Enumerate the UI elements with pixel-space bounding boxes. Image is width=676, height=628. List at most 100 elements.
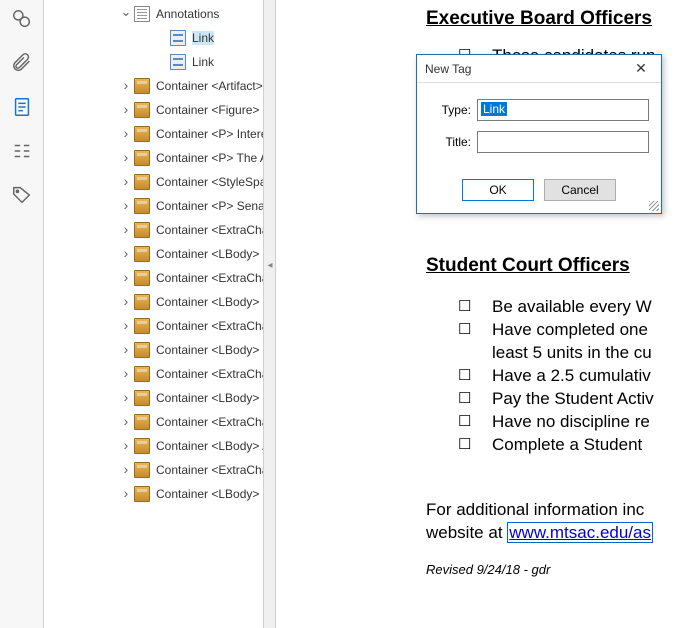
doc-checklist: ☐Be available every W☐Have completed one… [458, 295, 676, 456]
tree-annotations[interactable]: Annotations [44, 2, 263, 26]
checklist-text: Be available every W [492, 295, 652, 318]
collapse-panel-button[interactable]: ◂ [266, 258, 274, 272]
tree-container[interactable]: Container <LBody> Have [44, 290, 263, 314]
container-icon [134, 222, 150, 238]
container-icon [134, 174, 150, 190]
tree-container[interactable]: Container <StyleSpan> G [44, 170, 263, 194]
cancel-button[interactable]: Cancel [544, 179, 616, 201]
doc-heading: Executive Board Officers [426, 8, 676, 30]
title-label: Title: [429, 135, 471, 149]
tree-container[interactable]: Container <LBody> Have [44, 338, 263, 362]
tree-item-label: Container <LBody> Pay t [156, 391, 263, 405]
tree-container[interactable]: Container <LBody> Pay t [44, 386, 263, 410]
tag-icon[interactable] [9, 182, 35, 208]
tree-item-label: Container <P> Interested [156, 127, 263, 141]
chevron-right-icon[interactable] [120, 200, 132, 212]
new-tag-dialog: New Tag ✕ Type: Link Title: OK Cancel [416, 54, 662, 214]
chevron-right-icon[interactable] [120, 272, 132, 284]
chevron-right-icon[interactable] [120, 296, 132, 308]
tree-item-label: Annotations [156, 7, 219, 21]
tree-container[interactable]: Container <LBody> Perfo [44, 482, 263, 506]
tree-container[interactable]: Container <ExtraCharSpan> [44, 266, 263, 290]
tree-container[interactable]: Container <P> The Assoc [44, 146, 263, 170]
chevron-right-icon[interactable] [120, 248, 132, 260]
link-node-icon [170, 30, 186, 46]
tree-link[interactable]: Link [44, 26, 263, 50]
checklist-item: least 5 units in the cu [458, 341, 676, 364]
chevron-right-icon[interactable] [120, 320, 132, 332]
tree-container[interactable]: Container <P> Senate Of [44, 194, 263, 218]
tree-container[interactable]: Container <ExtraCharSpan> [44, 362, 263, 386]
chevron-right-icon[interactable] [120, 416, 132, 428]
chevron-right-icon[interactable] [120, 464, 132, 476]
resize-grip[interactable] [649, 201, 659, 211]
checklist-item: ☐Pay the Student Activ [458, 387, 676, 410]
container-icon [134, 270, 150, 286]
attachments-icon[interactable] [9, 50, 35, 76]
tree-container[interactable]: Container <LBody> Atten [44, 434, 263, 458]
chevron-right-icon[interactable] [120, 440, 132, 452]
container-icon [134, 150, 150, 166]
tree-item-label: Container <LBody> Perfo [156, 487, 263, 501]
checklist-item: ☐Have no discipline re [458, 410, 676, 433]
container-icon [134, 294, 150, 310]
tree-container[interactable]: Container <P> Interested [44, 122, 263, 146]
container-icon [134, 414, 150, 430]
tree-item-label: Container <ExtraCharSpan> [156, 271, 263, 285]
doc-paragraph: For additional information inc website a… [426, 498, 676, 544]
chevron-down-icon[interactable] [120, 8, 132, 20]
tags-panel-icon[interactable] [9, 94, 35, 120]
checklist-text: Complete a Student [492, 433, 642, 456]
type-select[interactable] [477, 99, 649, 121]
doc-heading: Student Court Officers [426, 255, 676, 277]
ok-button[interactable]: OK [462, 179, 534, 201]
tree-link[interactable]: Link [44, 50, 263, 74]
tree-container[interactable]: Container <ExtraCharSpan> [44, 410, 263, 434]
chevron-right-icon[interactable] [120, 488, 132, 500]
chevron-none-icon [156, 32, 168, 44]
chevron-right-icon[interactable] [120, 80, 132, 92]
chevron-right-icon[interactable] [120, 152, 132, 164]
left-icon-rail [0, 0, 44, 628]
title-input[interactable] [477, 131, 649, 153]
chevron-right-icon[interactable] [120, 392, 132, 404]
tree-container[interactable]: Container <Figure> Image [44, 98, 263, 122]
tree-container[interactable]: Container <Artifact> Path [44, 74, 263, 98]
checklist-text: Have completed one [492, 318, 648, 341]
checkbox-icon: ☐ [458, 410, 492, 433]
tree-item-label: Container <LBody> Must [156, 247, 263, 261]
order-panel-icon[interactable] [9, 138, 35, 164]
panel-divider[interactable]: ◂ [264, 0, 276, 628]
container-icon [134, 438, 150, 454]
checklist-text: Pay the Student Activ [492, 387, 654, 410]
container-icon [134, 126, 150, 142]
tree-container[interactable]: Container <ExtraCharSpan> [44, 458, 263, 482]
thumbnails-icon[interactable] [9, 6, 35, 32]
dialog-titlebar[interactable]: New Tag ✕ [417, 55, 661, 83]
tags-tree-panel: AnnotationsLinkLinkContainer <Artifact> … [44, 0, 264, 628]
tree-container[interactable]: Container <ExtraCharSpan> [44, 218, 263, 242]
chevron-right-icon[interactable] [120, 344, 132, 356]
tree-item-label: Container <ExtraCharSpan> [156, 463, 263, 477]
tree-item-label: Link [192, 31, 214, 45]
checklist-text: Have a 2.5 cumulativ [492, 364, 651, 387]
container-icon [134, 78, 150, 94]
doc-footer: Revised 9/24/18 - gdr [426, 562, 676, 577]
close-icon[interactable]: ✕ [629, 59, 653, 79]
chevron-right-icon[interactable] [120, 368, 132, 380]
tree-container[interactable]: Container <ExtraCharSpan> [44, 314, 263, 338]
tree-item-label: Container <ExtraCharSpan> [156, 223, 263, 237]
tree-item-label: Container <LBody> Have [156, 343, 263, 357]
checklist-item: ☐Have completed one [458, 318, 676, 341]
container-icon [134, 486, 150, 502]
chevron-right-icon[interactable] [120, 224, 132, 236]
tree-container[interactable]: Container <LBody> Must [44, 242, 263, 266]
checkbox-icon: ☐ [458, 387, 492, 410]
chevron-right-icon[interactable] [120, 176, 132, 188]
checklist-text: least 5 units in the cu [492, 341, 652, 364]
chevron-right-icon[interactable] [120, 128, 132, 140]
container-icon [134, 198, 150, 214]
chevron-right-icon[interactable] [120, 104, 132, 116]
doc-hyperlink[interactable]: www.mtsac.edu/as [507, 522, 653, 543]
checkbox-icon: ☐ [458, 364, 492, 387]
